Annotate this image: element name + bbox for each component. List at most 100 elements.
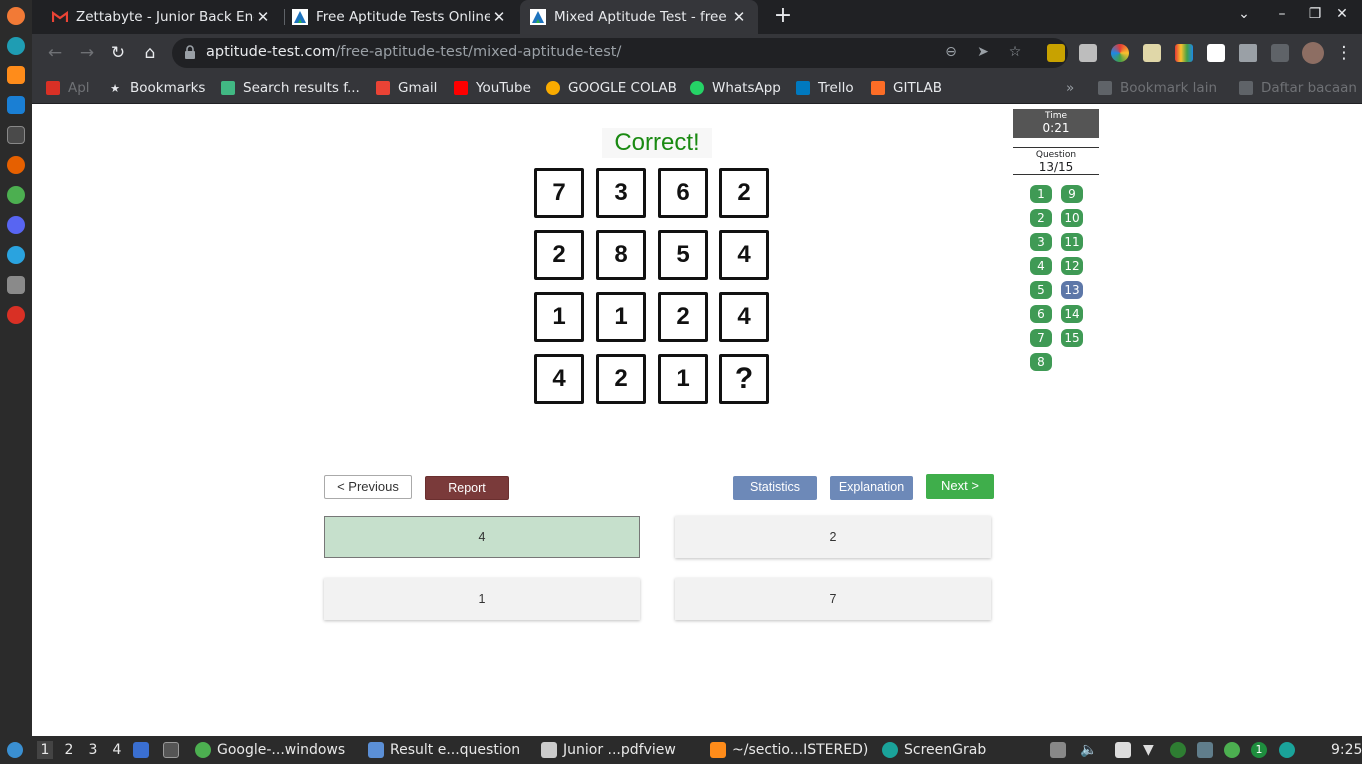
menu-kebab-icon[interactable]: ⋮ (1333, 42, 1355, 64)
question-nav-button[interactable]: 4 (1030, 257, 1052, 275)
chrome-icon[interactable] (7, 186, 25, 204)
question-nav-button[interactable]: 10 (1061, 209, 1083, 227)
forward-icon[interactable]: → (76, 42, 98, 64)
tab-title: Free Aptitude Tests Online (316, 9, 490, 25)
close-tab-icon[interactable]: ✕ (254, 8, 272, 26)
volume-icon[interactable]: 🔈 (1080, 742, 1097, 758)
tab-free-aptitude[interactable]: Free Aptitude Tests Online ✕ (282, 0, 518, 34)
notification-badge[interactable]: 1 (1251, 742, 1267, 758)
wifi-icon[interactable]: ▼ (1143, 742, 1159, 758)
bookmark-search-results[interactable]: Search results f... (221, 78, 360, 98)
question-nav-button[interactable]: 8 (1030, 353, 1052, 371)
bookmark-gmail[interactable]: Gmail (376, 78, 437, 98)
reading-list[interactable]: Daftar bacaan (1239, 78, 1357, 98)
arduino-icon[interactable] (7, 37, 25, 55)
question-nav-button[interactable]: 5 (1030, 281, 1052, 299)
terminal-icon[interactable] (7, 126, 25, 144)
clipboard-icon[interactable] (1050, 742, 1066, 758)
home-icon[interactable]: ⌂ (139, 42, 161, 64)
pencil-app-icon[interactable] (7, 7, 25, 25)
bookmark-bookmarks[interactable]: ★ Bookmarks (108, 78, 205, 98)
bookmark-star-icon[interactable]: ☆ (1006, 44, 1024, 62)
window-list-icon[interactable] (163, 742, 179, 758)
answer-option[interactable]: 2 (675, 516, 991, 558)
archive-icon[interactable] (7, 276, 25, 294)
workspace-3[interactable]: 3 (86, 742, 100, 758)
tab-search-icon[interactable]: ⌄ (1233, 6, 1255, 22)
tab-zettabyte[interactable]: Zettabyte - Junior Back End ✕ (42, 0, 282, 34)
bookmark-gitlab[interactable]: GITLAB (871, 78, 942, 98)
taskbar-item-folder[interactable]: Result e...question (368, 740, 520, 760)
bookmark-youtube[interactable]: YouTube (454, 78, 531, 98)
bookmarks-overflow-button[interactable]: » (1066, 78, 1074, 98)
sublime-text-icon[interactable] (7, 66, 25, 84)
media-control-icon[interactable] (1271, 44, 1289, 62)
palette-icon[interactable] (1175, 44, 1193, 62)
power-icon[interactable] (7, 306, 25, 324)
minimize-icon[interactable]: – (1271, 6, 1293, 22)
chrome-tray-icon[interactable] (1224, 742, 1240, 758)
color-picker-icon[interactable] (1111, 44, 1129, 62)
address-bar[interactable]: aptitude-test.com/free-aptitude-test/mix… (172, 38, 1068, 68)
question-nav-button-current[interactable]: 13 (1061, 281, 1083, 299)
workspace-4[interactable]: 4 (110, 742, 124, 758)
question-nav-button[interactable]: 3 (1030, 233, 1052, 251)
send-icon[interactable]: ➤ (974, 44, 992, 62)
zoom-icon[interactable]: ⊖ (942, 44, 960, 62)
close-tab-icon[interactable]: ✕ (490, 8, 508, 26)
display-icon[interactable] (1197, 742, 1213, 758)
back-icon[interactable]: ← (44, 42, 66, 64)
close-window-icon[interactable]: ✕ (1331, 6, 1353, 22)
taskbar-item-pdf[interactable]: Junior ...pdfview (541, 740, 676, 760)
statistics-button[interactable]: Statistics (733, 476, 817, 500)
explanation-button[interactable]: Explanation (830, 476, 913, 500)
new-tab-button[interactable]: + (770, 4, 796, 30)
previous-button[interactable]: < Previous (324, 475, 412, 499)
workspace-1[interactable]: 1 (37, 741, 53, 759)
taskbar-item-screengrab[interactable]: ScreenGrab (882, 740, 986, 760)
camera-icon[interactable] (1079, 44, 1097, 62)
maximize-icon[interactable]: ❐ (1304, 6, 1326, 22)
discord-icon[interactable] (7, 216, 25, 234)
answer-option-selected[interactable]: 4 (324, 516, 640, 558)
vscode-icon[interactable] (7, 96, 25, 114)
answer-option[interactable]: 1 (324, 578, 640, 620)
taskbar-item-sublime[interactable]: ~/sectio...ISTERED) (710, 740, 868, 760)
answer-option[interactable]: 7 (675, 578, 991, 620)
reload-icon[interactable]: ↻ (107, 42, 129, 64)
extensions-puzzle-icon[interactable] (1239, 44, 1257, 62)
bookmark-apps[interactable]: Apl (46, 78, 90, 98)
screengrab-tray-icon[interactable] (1279, 742, 1295, 758)
avatar[interactable] (1302, 42, 1324, 64)
bookmark-whatsapp[interactable]: WhatsApp (690, 78, 781, 98)
question-nav-button[interactable]: 6 (1030, 305, 1052, 323)
report-button[interactable]: Report (425, 476, 509, 500)
clock[interactable]: 9:25 (1331, 740, 1362, 760)
question-nav-button[interactable]: 12 (1061, 257, 1083, 275)
taskbar-item-chrome[interactable]: Google-...windows (195, 740, 345, 760)
question-nav-button[interactable]: 15 (1061, 329, 1083, 347)
show-desktop-icon[interactable] (133, 742, 149, 758)
tab-mixed-aptitude[interactable]: Mixed Aptitude Test - free a ✕ (520, 0, 758, 34)
next-button[interactable]: Next > (926, 474, 994, 499)
bookmark-trello[interactable]: Trello (796, 78, 854, 98)
extension-icon[interactable] (1047, 44, 1065, 62)
telegram-icon[interactable] (7, 246, 25, 264)
workspace-2[interactable]: 2 (62, 742, 76, 758)
image-extension-icon[interactable] (1143, 44, 1161, 62)
other-bookmarks[interactable]: Bookmark lain (1098, 78, 1217, 98)
firefox-icon[interactable] (7, 156, 25, 174)
notes-icon[interactable] (1115, 742, 1131, 758)
cb-extension-icon[interactable] (1207, 44, 1225, 62)
question-nav-button[interactable]: 9 (1061, 185, 1083, 203)
question-nav-button[interactable]: 11 (1061, 233, 1083, 251)
bookmark-colab[interactable]: GOOGLE COLAB (546, 78, 677, 98)
vpn-icon[interactable] (1170, 742, 1186, 758)
question-nav-button[interactable]: 2 (1030, 209, 1052, 227)
vue-icon (221, 81, 235, 95)
question-nav-button[interactable]: 7 (1030, 329, 1052, 347)
close-tab-icon[interactable]: ✕ (730, 8, 748, 26)
question-nav-button[interactable]: 14 (1061, 305, 1083, 323)
question-nav-button[interactable]: 1 (1030, 185, 1052, 203)
start-menu-icon[interactable] (7, 742, 23, 758)
